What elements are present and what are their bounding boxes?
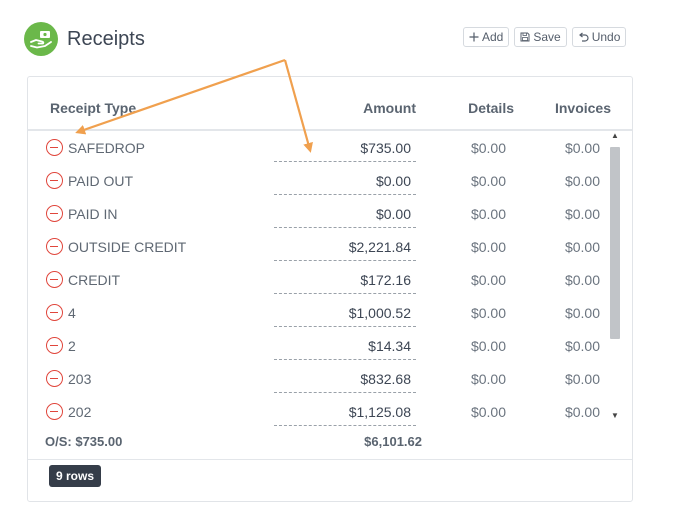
invoices-value: $0.00 bbox=[564, 206, 600, 222]
receipt-type-name: PAID OUT bbox=[68, 173, 134, 189]
column-details: Details bbox=[468, 100, 514, 116]
add-label: Add bbox=[482, 30, 504, 44]
amount-field[interactable]: $1,125.08 bbox=[274, 404, 416, 426]
remove-row-icon[interactable] bbox=[46, 205, 63, 222]
receipt-type-name: 2 bbox=[68, 338, 76, 354]
details-value: $0.00 bbox=[470, 173, 506, 189]
amount-field[interactable]: $2,221.84 bbox=[274, 239, 416, 261]
remove-row-icon[interactable] bbox=[46, 271, 63, 288]
amount-field[interactable]: $1,000.52 bbox=[274, 305, 416, 327]
column-invoices: Invoices bbox=[554, 100, 611, 116]
details-value: $0.00 bbox=[470, 239, 506, 255]
undo-button[interactable]: Undo bbox=[571, 27, 627, 47]
receipt-type-name: CREDIT bbox=[68, 272, 121, 288]
amount-total: $6,101.62 bbox=[364, 434, 422, 449]
invoices-value: $0.00 bbox=[564, 173, 600, 189]
undo-icon bbox=[578, 32, 589, 42]
invoices-value: $0.00 bbox=[564, 140, 600, 156]
invoices-value: $0.00 bbox=[564, 338, 600, 354]
table-row: SAFEDROP $735.00 $0.00 $0.00 bbox=[28, 131, 614, 164]
receipts-panel: Receipt Type Amount Details Invoices SAF… bbox=[27, 76, 633, 502]
column-amount: Amount bbox=[363, 100, 416, 116]
add-button[interactable]: Add bbox=[463, 27, 510, 47]
remove-row-icon[interactable] bbox=[46, 238, 63, 255]
save-button[interactable]: Save bbox=[514, 27, 567, 47]
receipt-type-name: 202 bbox=[68, 404, 92, 420]
column-receipt-type: Receipt Type bbox=[50, 100, 137, 116]
page-header: Receipts bbox=[24, 22, 145, 56]
row-count-badge: 9 rows bbox=[49, 465, 102, 487]
details-value: $0.00 bbox=[470, 338, 506, 354]
toolbar: Add Save Undo bbox=[463, 27, 627, 47]
amount-field[interactable]: $0.00 bbox=[274, 206, 416, 228]
floppy-disk-icon bbox=[520, 32, 530, 42]
page-title: Receipts bbox=[67, 27, 145, 50]
outstanding-label: O/S: $735.00 bbox=[45, 434, 123, 449]
details-value: $0.00 bbox=[470, 404, 506, 420]
invoices-value: $0.00 bbox=[564, 239, 600, 255]
details-value: $0.00 bbox=[470, 371, 506, 387]
remove-row-icon[interactable] bbox=[46, 403, 63, 420]
hand-money-icon bbox=[24, 22, 58, 56]
save-label: Save bbox=[533, 30, 561, 44]
scroll-up-arrow-icon[interactable]: ▲ bbox=[608, 129, 622, 143]
invoices-value: $0.00 bbox=[564, 371, 600, 387]
receipt-type-name: 203 bbox=[68, 371, 92, 387]
table-row: CREDIT $172.16 $0.00 $0.00 bbox=[28, 263, 614, 296]
table-row: PAID OUT $0.00 $0.00 $0.00 bbox=[28, 164, 614, 197]
table-row: 202 $1,125.08 $0.00 $0.00 bbox=[28, 395, 614, 428]
receipt-type-name: PAID IN bbox=[68, 206, 118, 222]
table-row: 2 $14.34 $0.00 $0.00 bbox=[28, 329, 614, 362]
remove-row-icon[interactable] bbox=[46, 172, 63, 189]
details-value: $0.00 bbox=[470, 272, 506, 288]
receipt-type-name: SAFEDROP bbox=[68, 140, 146, 156]
table-row: 203 $832.68 $0.00 $0.00 bbox=[28, 362, 614, 395]
table-row: OUTSIDE CREDIT $2,221.84 $0.00 $0.00 bbox=[28, 230, 614, 263]
details-value: $0.00 bbox=[470, 140, 506, 156]
vertical-scrollbar[interactable]: ▲ ▼ bbox=[608, 129, 622, 423]
details-value: $0.00 bbox=[470, 206, 506, 222]
table-row: PAID IN $0.00 $0.00 $0.00 bbox=[28, 197, 614, 230]
table-row: 4 $1,000.52 $0.00 $0.00 bbox=[28, 296, 614, 329]
scroll-down-arrow-icon[interactable]: ▼ bbox=[608, 409, 622, 423]
details-value: $0.00 bbox=[470, 305, 506, 321]
amount-field[interactable]: $0.00 bbox=[274, 173, 416, 195]
amount-field[interactable]: $14.34 bbox=[274, 338, 416, 360]
amount-field[interactable]: $832.68 bbox=[274, 371, 416, 393]
invoices-value: $0.00 bbox=[564, 272, 600, 288]
undo-label: Undo bbox=[591, 30, 621, 44]
receipt-type-name: OUTSIDE CREDIT bbox=[68, 239, 187, 255]
remove-row-icon[interactable] bbox=[46, 139, 63, 156]
remove-row-icon[interactable] bbox=[46, 370, 63, 387]
receipt-type-name: 4 bbox=[68, 305, 76, 321]
scroll-thumb[interactable] bbox=[610, 147, 620, 339]
amount-field[interactable]: $735.00 bbox=[274, 140, 416, 162]
remove-row-icon[interactable] bbox=[46, 337, 63, 354]
plus-icon bbox=[469, 32, 479, 42]
remove-row-icon[interactable] bbox=[46, 304, 63, 321]
table-header: Receipt Type Amount Details Invoices bbox=[28, 77, 632, 131]
table-footer: O/S: $735.00 $6,101.62 bbox=[28, 425, 632, 460]
amount-field[interactable]: $172.16 bbox=[274, 272, 416, 294]
invoices-value: $0.00 bbox=[564, 305, 600, 321]
invoices-value: $0.00 bbox=[564, 404, 600, 420]
